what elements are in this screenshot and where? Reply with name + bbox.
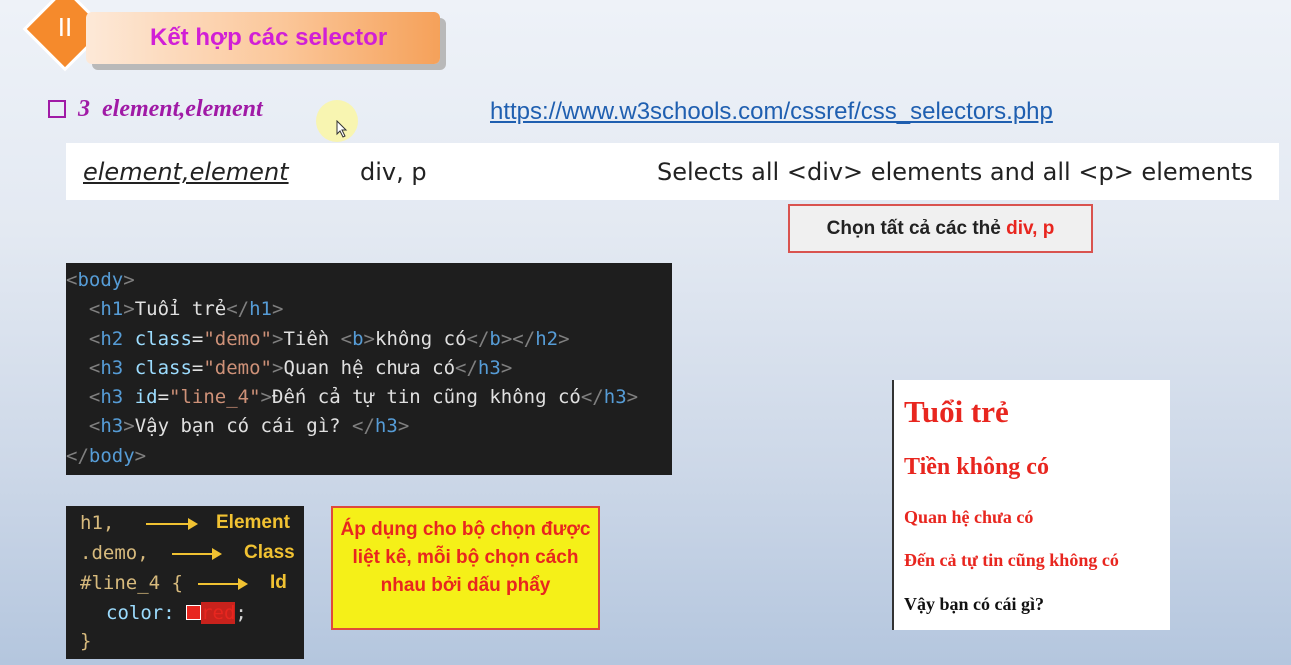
preview-h2: Tiền không có (904, 454, 1049, 480)
subtitle: 3 element,element (78, 96, 263, 123)
arrow-head-icon (238, 578, 248, 590)
mouse-pointer-icon (336, 120, 348, 138)
code-line-h2: <h2 class="demo">Tiền <b>không có</b></h… (88, 328, 570, 350)
legend-declaration: color: red; (106, 602, 247, 624)
arrow-right-icon (172, 553, 214, 555)
note-prefix: Chọn tất cả các thẻ (826, 218, 1001, 239)
note-highlight: div, p (1006, 218, 1055, 239)
preview-h3-id: Đến cả tự tin cũng không có (904, 550, 1119, 570)
legend-label-id: Id (270, 572, 287, 593)
selector-name-link[interactable]: element,element (83, 158, 289, 186)
rendered-preview: Tuổi trẻ Tiền không có Quan hệ chưa có Đ… (892, 380, 1170, 630)
code-line-body-open: <body> (66, 269, 135, 291)
note-box: Chọn tất cả các thẻ div, p (788, 204, 1093, 253)
arrow-head-icon (212, 548, 222, 560)
code-line-h3-demo: <h3 class="demo">Quan hệ chưa có</h3> (88, 357, 513, 379)
legend-selector-class: .demo, (80, 542, 149, 564)
color-swatch-icon (186, 605, 202, 620)
legend-label-element: Element (216, 512, 290, 533)
subtitle-number: 3 (78, 96, 90, 122)
preview-left-border (892, 380, 894, 630)
legend-label-class: Class (244, 542, 295, 563)
legend-closing-brace: } (80, 630, 92, 652)
code-line-body-close: </body> (66, 445, 147, 467)
html-code-block: <body> <h1>Tuổi trẻ</h1> <h2 class="demo… (66, 263, 672, 475)
arrow-right-icon (146, 523, 190, 525)
selector-description: Selects all <div> elements and all <p> e… (657, 158, 1253, 186)
code-line-h1: <h1>Tuổi trẻ</h1> (88, 298, 284, 320)
selector-example: div, p (360, 158, 427, 186)
preview-h3-plain: Vậy bạn có cái gì? (904, 594, 1045, 614)
preview-h1: Tuổi trẻ (904, 394, 1009, 429)
section-title-bar: Kết hợp các selector (86, 12, 440, 64)
css-legend-block: h1, Element .demo, Class #line_4 { Id co… (66, 506, 304, 659)
legend-selector-id: #line_4 { (80, 572, 183, 594)
code-line-h3-plain: <h3>Vậy bạn có cái gì? </h3> (88, 415, 410, 437)
w3schools-reference-link[interactable]: https://www.w3schools.com/cssref/css_sel… (490, 98, 1053, 126)
selector-table-row: element,element div, p Selects all <div>… (66, 143, 1279, 200)
legend-selector-element: h1, (80, 512, 115, 534)
checkbox-bullet-icon (48, 100, 66, 118)
arrow-head-icon (188, 518, 198, 530)
section-title: Kết hợp các selector (150, 24, 388, 51)
arrow-right-icon (198, 583, 240, 585)
preview-h3-demo: Quan hệ chưa có (904, 507, 1034, 527)
code-line-h3-id: <h3 id="line_4">Đến cả tự tin cũng không… (88, 386, 639, 408)
subtitle-text: element,element (102, 96, 263, 122)
explanation-box: Áp dụng cho bộ chọn được liệt kê, mỗi bộ… (331, 506, 600, 630)
